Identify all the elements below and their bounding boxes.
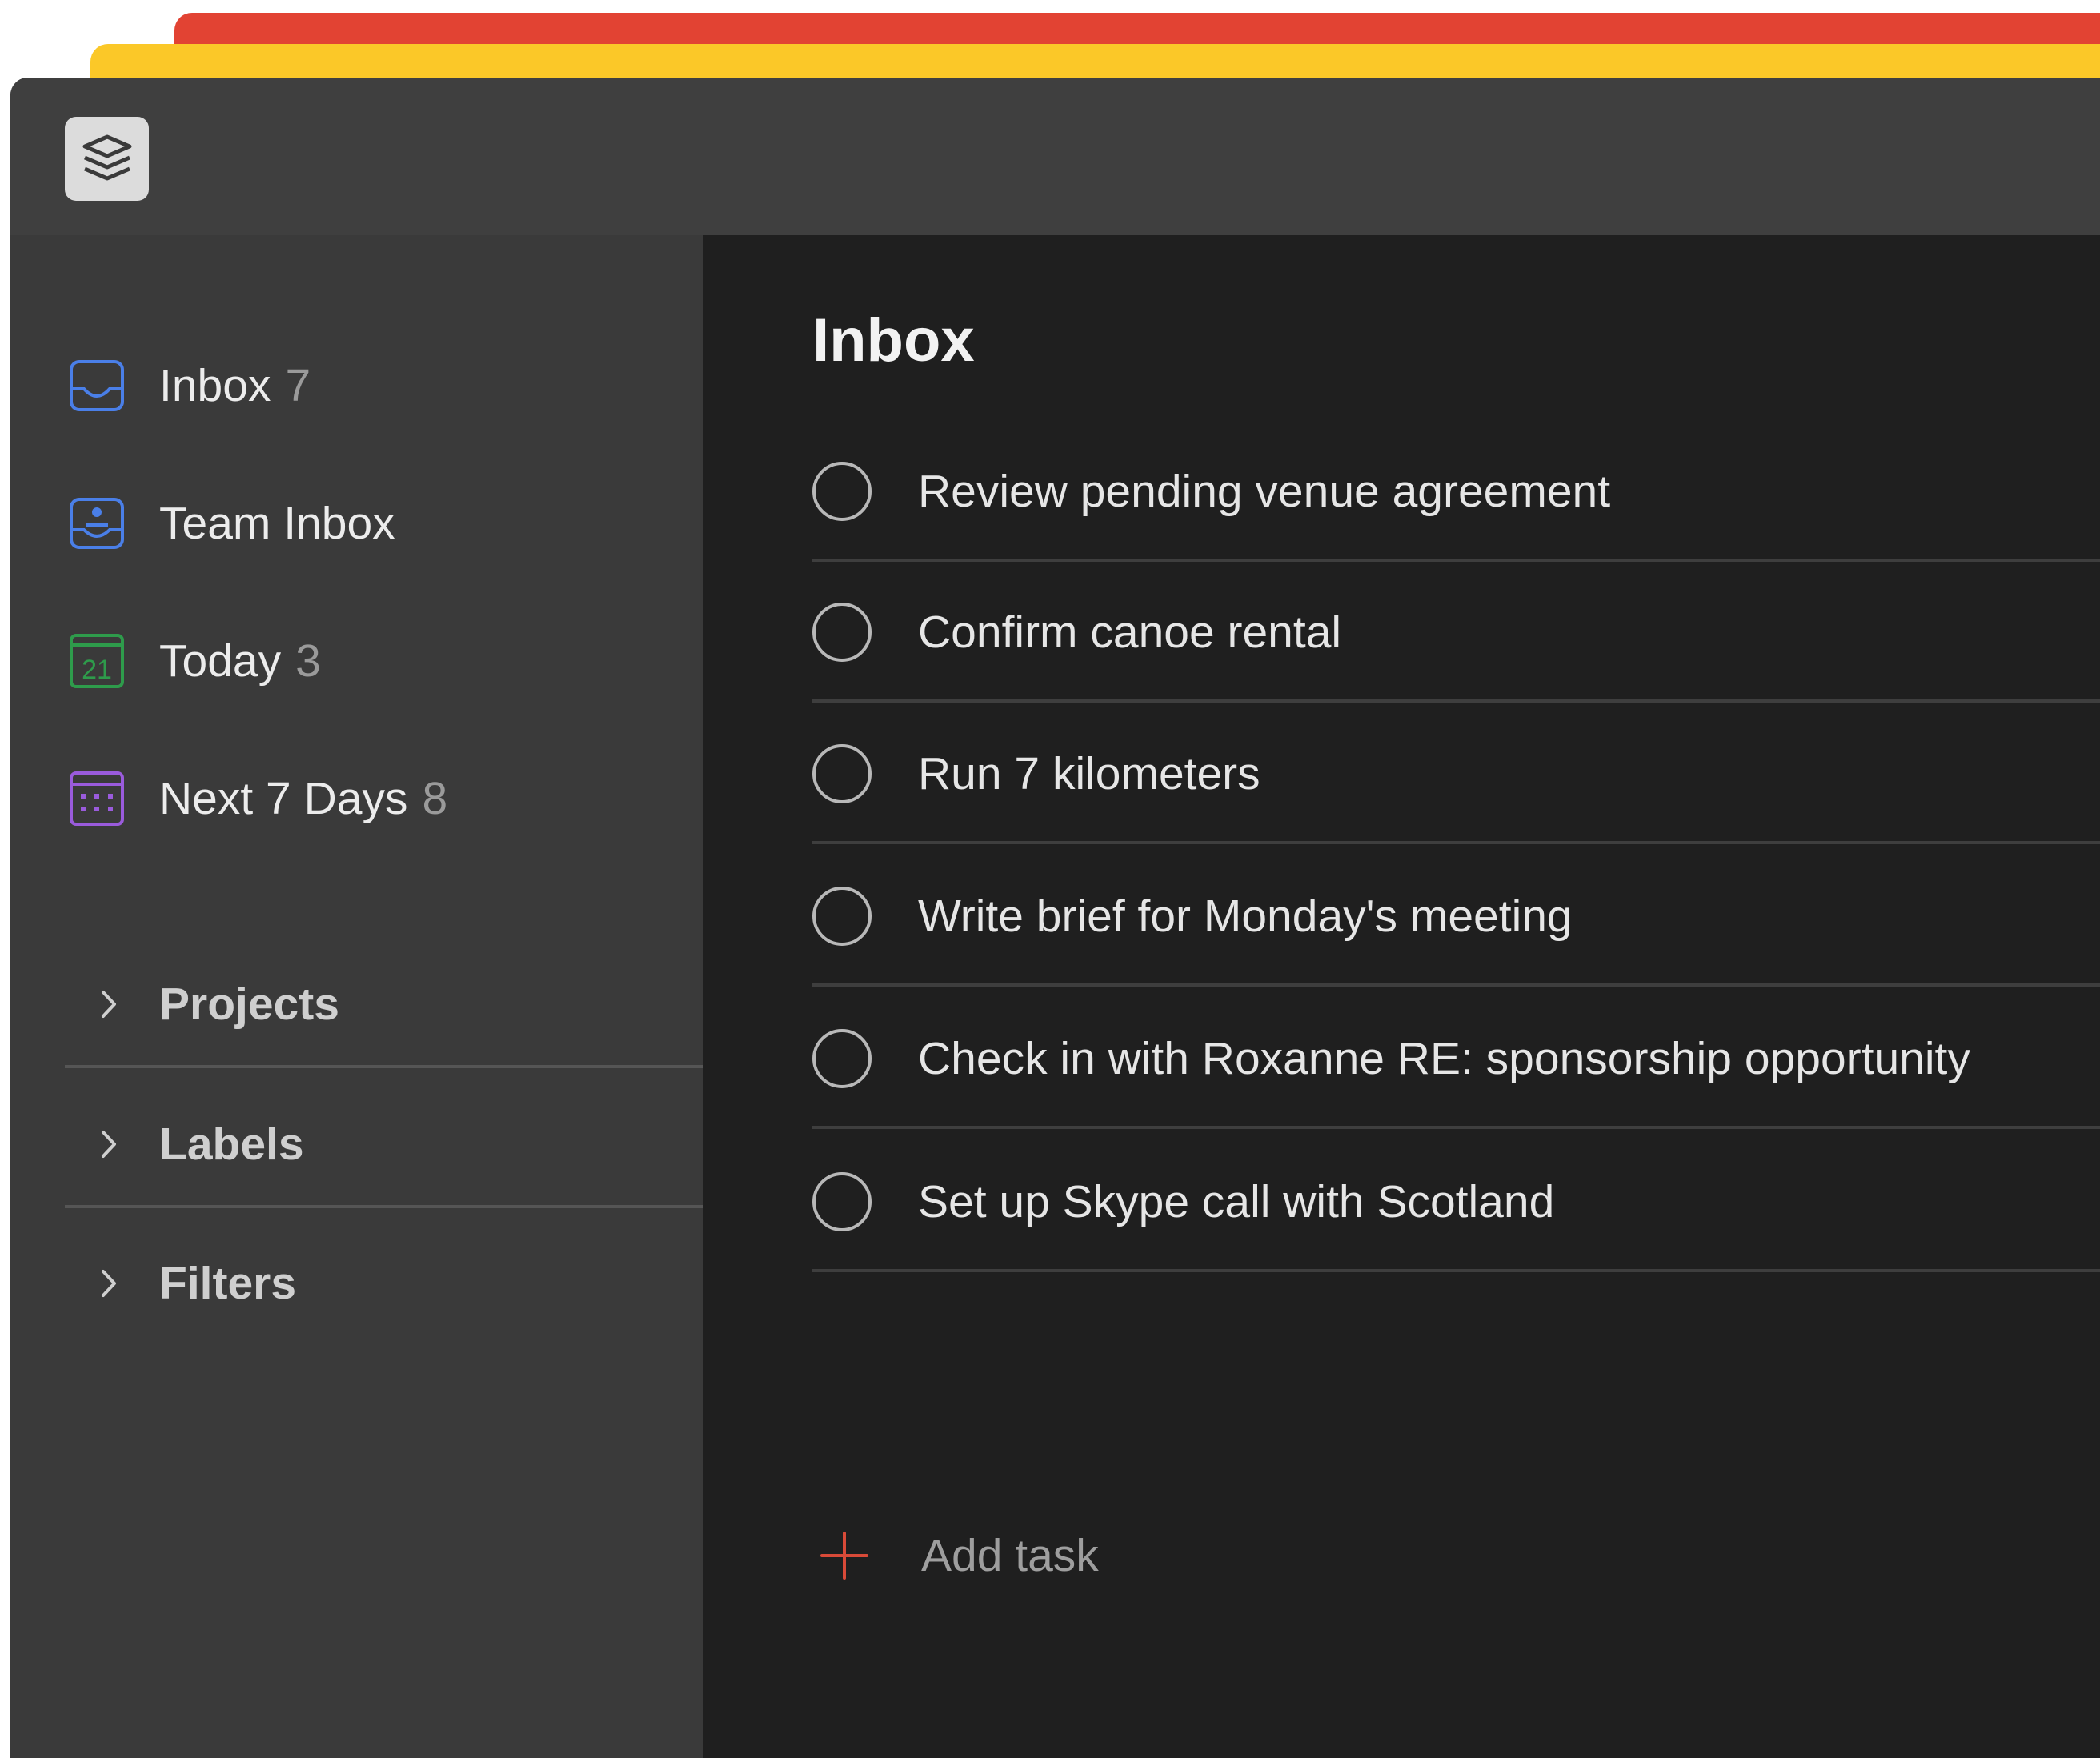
add-task-label: Add task <box>921 1530 1099 1581</box>
task-row[interactable]: Confirm canoe rental <box>812 562 2100 703</box>
divider <box>812 841 2100 844</box>
divider <box>812 1269 2100 1272</box>
count-badge: 8 <box>422 773 448 824</box>
svg-text:21: 21 <box>82 655 112 685</box>
section-filters[interactable]: Filters <box>10 1219 703 1348</box>
task-checkbox[interactable] <box>812 603 872 662</box>
sidebar-item-label: Next 7 Days 8 <box>159 773 448 824</box>
calendar-today-icon: 21 <box>66 631 127 691</box>
sidebar-item-label: Today 3 <box>159 635 321 687</box>
task-label[interactable]: Check in with Roxanne RE: sponsorship op… <box>918 1032 1970 1085</box>
task-checkbox[interactable] <box>812 887 872 946</box>
chevron-right-icon <box>102 991 116 1018</box>
page-title: Inbox <box>812 306 975 374</box>
section-label: Labels <box>159 1119 304 1170</box>
main-content: Inbox Review pending venue agreement Con… <box>703 235 2100 1758</box>
calendar-week-icon <box>66 768 127 829</box>
task-label[interactable]: Run 7 kilometers <box>918 747 1260 800</box>
task-row[interactable]: Write brief for Monday's meeting <box>812 846 2100 987</box>
section-projects[interactable]: Projects <box>10 940 703 1068</box>
task-row[interactable]: Run 7 kilometers <box>812 703 2100 844</box>
sidebar-item-today[interactable]: 21 Today 3 <box>10 613 703 709</box>
sidebar-item-team-inbox[interactable]: Team Inbox <box>10 475 703 571</box>
section-label: Filters <box>159 1258 297 1309</box>
add-task-button[interactable]: Add task <box>812 1508 2100 1604</box>
divider <box>812 1126 2100 1129</box>
divider <box>812 983 2100 987</box>
todoist-layers-icon[interactable] <box>65 117 149 201</box>
inbox-icon <box>66 355 127 416</box>
task-label[interactable]: Write brief for Monday's meeting <box>918 890 1573 943</box>
plus-icon <box>820 1532 868 1580</box>
task-label[interactable]: Set up Skype call with Scotland <box>918 1175 1554 1228</box>
count-badge: 3 <box>295 635 321 687</box>
task-row[interactable]: Set up Skype call with Scotland <box>812 1131 2100 1272</box>
count-badge: 7 <box>285 360 311 411</box>
team-inbox-icon <box>66 493 127 554</box>
sidebar-item-label: Team Inbox <box>159 498 395 549</box>
task-label[interactable]: Confirm canoe rental <box>918 606 1341 659</box>
task-checkbox[interactable] <box>812 744 872 803</box>
sidebar: Inbox 7 Team Inbox 21 Today 3 Next 7 Day… <box>10 235 703 1758</box>
divider <box>65 1205 703 1208</box>
section-labels[interactable]: Labels <box>10 1080 703 1208</box>
divider <box>812 699 2100 703</box>
task-checkbox[interactable] <box>812 1029 872 1088</box>
chevron-right-icon <box>102 1270 116 1297</box>
task-checkbox[interactable] <box>812 1172 872 1231</box>
task-row[interactable]: Review pending venue agreement <box>812 421 2100 562</box>
sidebar-item-next-7-days[interactable]: Next 7 Days 8 <box>10 751 703 847</box>
task-checkbox[interactable] <box>812 462 872 521</box>
title-bar <box>10 78 2100 235</box>
sidebar-item-inbox[interactable]: Inbox 7 <box>10 338 703 434</box>
divider <box>65 1065 703 1068</box>
section-label: Projects <box>159 979 339 1030</box>
app-window: Inbox 7 Team Inbox 21 Today 3 Next 7 Day… <box>10 78 2100 1758</box>
sidebar-item-label: Inbox 7 <box>159 360 311 411</box>
task-label[interactable]: Review pending venue agreement <box>918 465 1610 518</box>
task-row[interactable]: Check in with Roxanne RE: sponsorship op… <box>812 988 2100 1129</box>
chevron-right-icon <box>102 1131 116 1158</box>
